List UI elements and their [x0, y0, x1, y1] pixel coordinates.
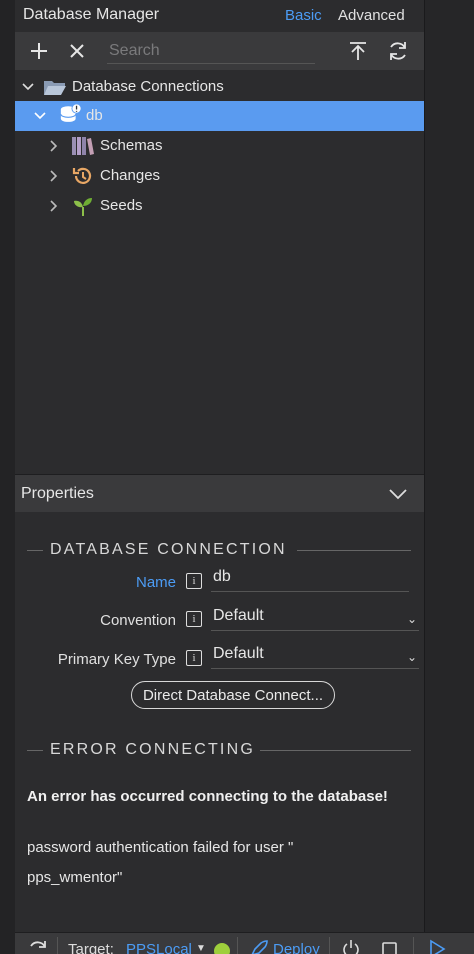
database-manager-panel: Database Manager Basic Advanced Database… [15, 0, 424, 954]
remove-button[interactable] [63, 37, 91, 65]
stop-icon[interactable] [381, 941, 399, 954]
toolbar [15, 32, 424, 70]
direct-database-connect-button[interactable]: Direct Database Connect... [131, 681, 335, 709]
refresh-icon[interactable] [27, 939, 49, 954]
side-area [424, 0, 474, 954]
books-icon [71, 134, 95, 158]
error-message: password authentication failed for user … [27, 839, 294, 886]
chevron-down-icon: ⌄ [406, 650, 417, 664]
tree-label-root: Database Connections [72, 78, 224, 95]
refresh-icon [390, 42, 406, 60]
mode-basic-tab[interactable]: Basic [285, 7, 322, 24]
status-indicator-icon [214, 943, 230, 954]
history-icon [71, 164, 95, 188]
chevron-down-icon[interactable] [388, 485, 408, 503]
deploy-button[interactable]: Deploy [273, 941, 320, 954]
tree-item-seeds[interactable]: Seeds [15, 191, 424, 221]
tree-item-database-connections[interactable]: Database Connections [15, 72, 424, 102]
section-database-connection: DATABASE CONNECTION [15, 541, 424, 561]
info-icon[interactable]: i [186, 650, 202, 666]
left-gutter [0, 0, 15, 954]
section-error-connecting: ERROR CONNECTING [15, 741, 424, 761]
convention-select[interactable]: Default ⌄ [211, 607, 419, 631]
tree-item-schemas[interactable]: Schemas [15, 131, 424, 161]
tree-item-changes[interactable]: Changes [15, 161, 424, 191]
mode-advanced-tab[interactable]: Advanced [338, 7, 405, 24]
name-label: Name [135, 574, 176, 591]
info-icon[interactable]: i [186, 611, 202, 627]
properties-title: Properties [21, 485, 94, 502]
primary-key-type-select[interactable]: Default ⌄ [211, 645, 419, 669]
target-label: Target: [68, 941, 114, 954]
chevron-right-icon[interactable] [47, 139, 61, 153]
rocket-icon [251, 940, 268, 954]
chevron-right-icon[interactable] [47, 169, 61, 183]
add-button[interactable] [25, 37, 53, 65]
info-icon[interactable]: i [186, 573, 202, 589]
panel-title: Database Manager [23, 6, 160, 23]
name-field[interactable]: db [211, 568, 409, 592]
primary-key-type-label: Primary Key Type [57, 651, 176, 668]
search-input[interactable] [107, 38, 315, 64]
plus-icon [31, 43, 47, 59]
convention-value: Default [213, 607, 264, 624]
section-title-text: DATABASE CONNECTION [50, 541, 287, 558]
caret-down-icon[interactable]: ▼ [196, 943, 206, 954]
panel-header: Database Manager Basic Advanced [15, 0, 424, 32]
refresh-button[interactable] [384, 37, 412, 65]
folder-open-icon [43, 75, 67, 99]
publish-button[interactable] [344, 37, 372, 65]
tree-item-db[interactable]: db [15, 101, 424, 131]
chevron-down-icon[interactable] [21, 80, 35, 94]
primary-key-type-value: Default [213, 645, 264, 662]
target-select[interactable]: PPSLocal [126, 941, 192, 954]
chevron-right-icon[interactable] [47, 199, 61, 213]
chevron-down-icon[interactable] [33, 109, 47, 123]
tree-label-db: db [86, 107, 103, 124]
section-title-text: ERROR CONNECTING [50, 741, 255, 758]
chevron-down-icon: ⌄ [406, 612, 417, 626]
status-bar: Target: PPSLocal ▼ Deploy [15, 932, 474, 954]
sprout-icon [71, 194, 95, 218]
convention-label: Convention [100, 612, 176, 629]
error-title: An error has occurred connecting to the … [27, 788, 388, 805]
tree-label-seeds: Seeds [100, 197, 143, 214]
close-icon [70, 44, 84, 58]
power-icon[interactable] [341, 939, 361, 954]
play-icon[interactable] [427, 939, 447, 954]
upload-icon [350, 42, 366, 60]
properties-header[interactable]: Properties [15, 474, 424, 512]
tree-label-changes: Changes [100, 167, 161, 184]
database-warning-icon [59, 103, 83, 127]
tree-label-schemas: Schemas [100, 137, 163, 154]
